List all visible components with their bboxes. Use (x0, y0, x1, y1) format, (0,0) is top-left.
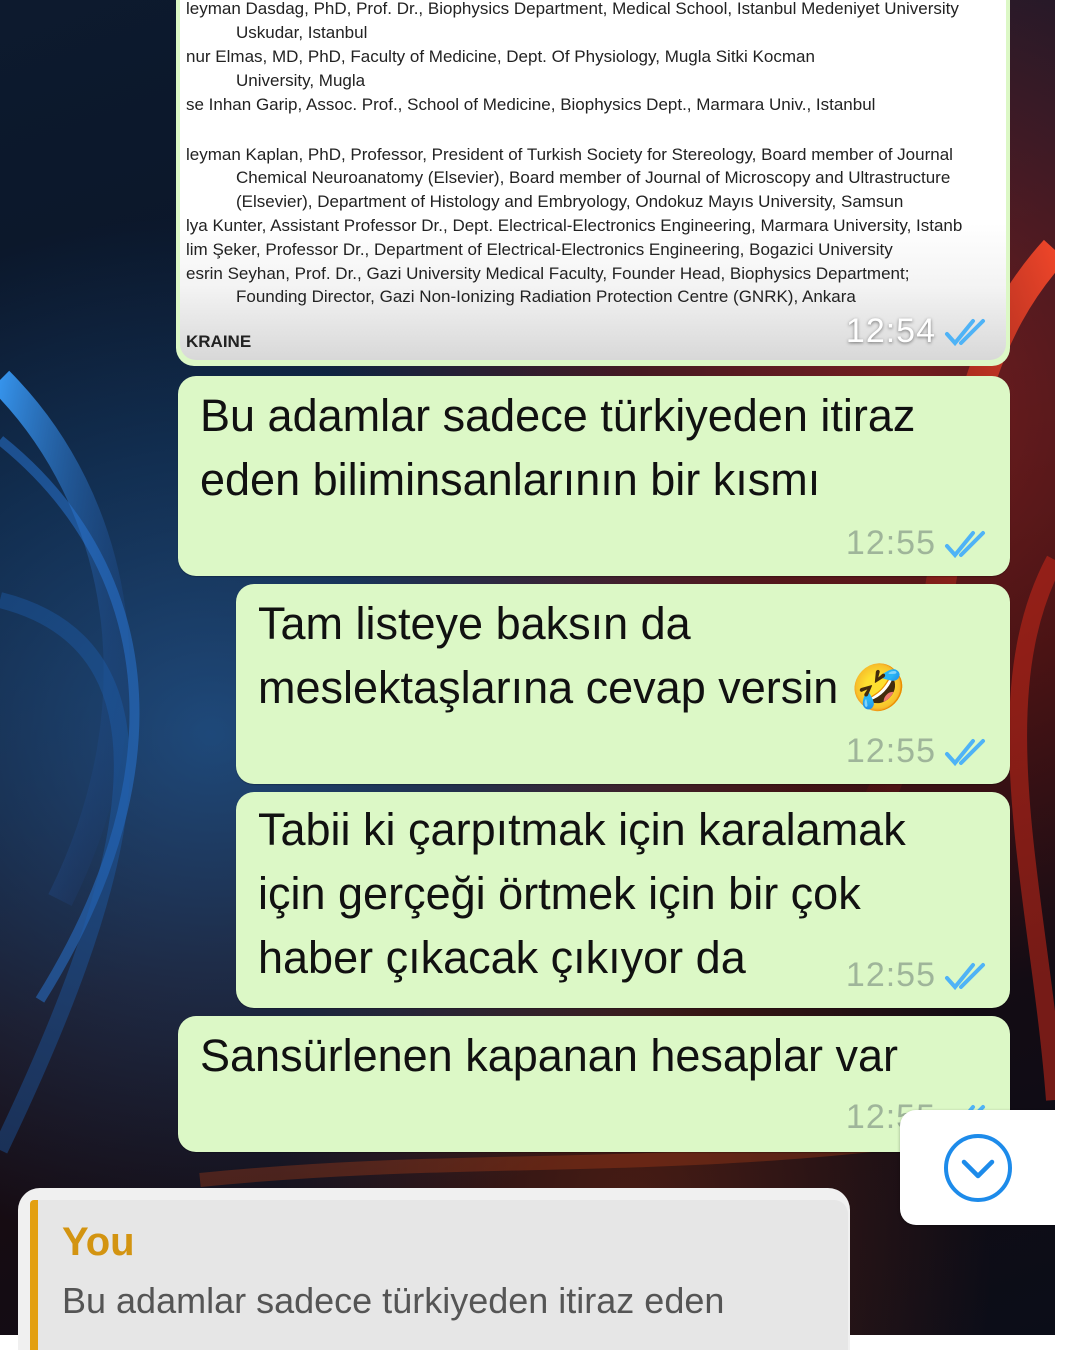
image-message-bubble[interactable]: Founding Director, Gazi Non-Ionizing Rad… (176, 0, 1010, 366)
double-check-icon (945, 962, 985, 990)
reply-quote (38, 1200, 848, 1350)
document-text-line: leyman Dasdag, PhD, Prof. Dr., Biophysic… (186, 0, 959, 18)
page-margin (1055, 0, 1080, 1350)
message-text: Bu adamlar sadece türkiyeden itiraz eden… (200, 390, 916, 505)
document-text-line: leyman Kaplan, PhD, Professor, President… (186, 145, 953, 164)
document-text-line: lim Şeker, Professor Dr., Department of … (186, 240, 893, 259)
document-text-line: Chemical Neuroanatomy (Elsevier), Board … (236, 168, 951, 187)
message-bubble-3[interactable]: Tabii ki çarpıtmak için karalamak için g… (236, 792, 1010, 1008)
message-bubble-4[interactable]: Sansürlenen kapanan hesaplar var 12:55 (178, 1016, 1010, 1152)
message-meta: 12:55 (846, 732, 990, 771)
reply-preview[interactable]: You Bu adamlar sadece türkiyeden itiraz … (18, 1188, 850, 1350)
message-time: 12:55 (845, 956, 936, 994)
double-check-icon (945, 318, 985, 346)
document-text-line: nur Elmas, MD, PhD, Faculty of Medicine,… (186, 47, 815, 66)
message-text: Tabii ki çarpıtmak için karalamak için g… (258, 804, 906, 983)
reply-text: Bu adamlar sadece türkiyeden itiraz eden (62, 1280, 725, 1321)
document-text-line: (Elsevier), Department of Histology and … (236, 192, 904, 211)
double-check-icon (945, 738, 985, 766)
document-text-line: Founding Director, Gazi Non-Ionizing Rad… (236, 287, 856, 306)
message-time: 12:55 (845, 524, 936, 562)
message-meta: 12:55 (846, 956, 990, 995)
message-meta: 12:55 (846, 524, 990, 563)
document-text-line: lya Kunter, Assistant Professor Dr., Dep… (186, 216, 963, 235)
document-image[interactable]: Founding Director, Gazi Non-Ionizing Rad… (180, 0, 1006, 360)
message-text: Tam listeye baksın da meslektaşlarına ce… (258, 598, 907, 713)
reply-accent-bar (30, 1200, 38, 1350)
message-bubble-1[interactable]: Bu adamlar sadece türkiyeden itiraz eden… (178, 376, 1010, 576)
document-text-line: Uskudar, Istanbul (236, 23, 368, 42)
message-text: Sansürlenen kapanan hesaplar var (200, 1030, 898, 1081)
message-time: 12:55 (845, 732, 936, 770)
document-text-line: esrin Seyhan, Prof. Dr., Gazi University… (186, 264, 910, 283)
image-message-meta: 12:54 (846, 312, 990, 351)
message-time: 12:54 (845, 312, 936, 350)
reply-author: You (62, 1220, 135, 1264)
chevron-down-circle-icon (944, 1134, 1012, 1202)
document-text-line: University, Mugla (236, 71, 366, 90)
scroll-to-bottom-button[interactable] (900, 1110, 1055, 1225)
message-bubble-2[interactable]: Tam listeye baksın da meslektaşlarına ce… (236, 584, 1010, 784)
document-caption: KRAINE (186, 332, 252, 351)
double-check-icon (945, 530, 985, 558)
document-text-line: se Inhan Garip, Assoc. Prof., School of … (186, 95, 876, 114)
